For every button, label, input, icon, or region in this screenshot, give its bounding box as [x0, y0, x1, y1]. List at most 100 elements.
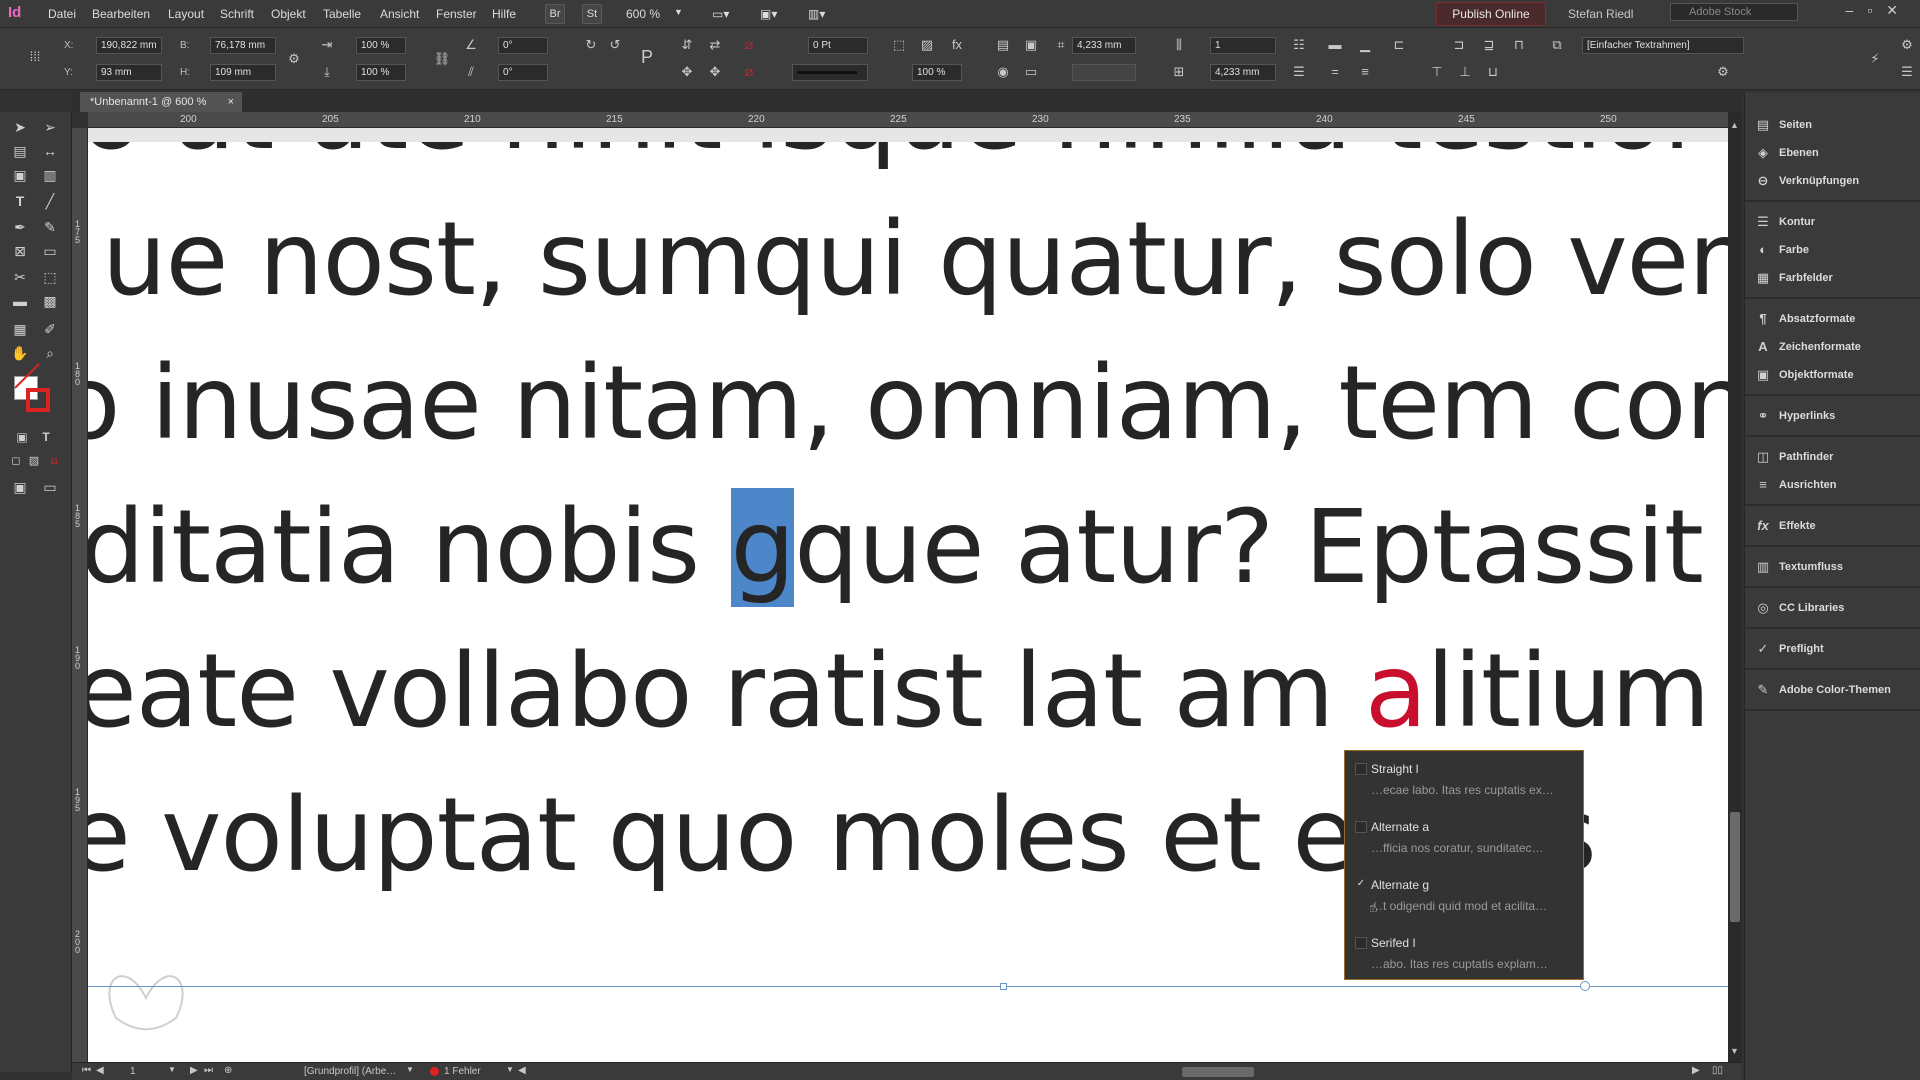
align-center-icon[interactable]: ▬	[1326, 36, 1344, 54]
effects-fx-icon[interactable]: fx	[948, 36, 966, 54]
last-page-icon[interactable]: ⏭	[204, 1065, 213, 1076]
height-field[interactable]: 109 mm	[210, 64, 276, 81]
prev-page-icon[interactable]: ◀	[96, 1065, 104, 1076]
wrap-shape-icon[interactable]: ◉	[994, 63, 1012, 81]
style-options-icon[interactable]: ⚙	[1714, 63, 1732, 81]
selection-tool-icon[interactable]: ➤	[8, 116, 32, 138]
panel-kontur[interactable]: ☰ Kontur	[1751, 209, 1915, 235]
errors-dropdown-icon[interactable]: ▼	[506, 1065, 514, 1074]
select-container-icon[interactable]: ✥	[678, 63, 696, 81]
x-position-field[interactable]: 190,822 mm	[96, 37, 162, 54]
menu-bearbeiten[interactable]: Bearbeiten	[92, 7, 150, 21]
rectangle-tool-icon[interactable]: ▭	[38, 240, 62, 262]
selected-glyph-g[interactable]: g	[730, 488, 795, 607]
scroll-left-icon[interactable]: ◀	[518, 1065, 526, 1076]
formatting-container-icon[interactable]: ▣	[10, 426, 34, 448]
inset-swatch[interactable]	[1072, 64, 1136, 81]
pencil-tool-icon[interactable]: ✎	[38, 216, 62, 238]
page-tool-icon[interactable]: ▤	[8, 140, 32, 162]
distribute-left-icon[interactable]: ⊏	[1390, 36, 1408, 54]
balance-columns-icon[interactable]: ≡	[1356, 63, 1374, 81]
type-tool-icon[interactable]: T	[8, 190, 32, 212]
document-tab[interactable]: *Unbenannt-1 @ 600 % ×	[80, 92, 242, 112]
glyph-option-checkbox[interactable]	[1355, 763, 1367, 775]
next-page-icon[interactable]: ▶	[190, 1065, 198, 1076]
align-objects-middle-icon[interactable]: ⊥	[1456, 63, 1474, 81]
arrange-documents-icon[interactable]: ▥▾	[808, 7, 825, 21]
bridge-button[interactable]: Br	[545, 4, 565, 24]
columns-field[interactable]: 1	[1210, 37, 1276, 54]
gap-tool-icon[interactable]: ↔	[38, 140, 62, 162]
menu-hilfe[interactable]: Hilfe	[492, 7, 516, 21]
quick-apply-icon[interactable]: ⚡	[1866, 50, 1884, 68]
stroke-type-select[interactable]	[792, 64, 868, 81]
scale-x-field[interactable]: 100 %	[356, 37, 406, 54]
text-line-4[interactable]: ditatia nobis gque atur? Eptassit	[88, 488, 1704, 607]
gradient-feather-tool-icon[interactable]: ▩	[38, 290, 62, 312]
error-count[interactable]: 1 Fehler	[444, 1066, 481, 1077]
rotate-cw-icon[interactable]: ↻	[582, 36, 600, 54]
text-direction-icon[interactable]: P	[638, 48, 656, 66]
link-scale-icon[interactable]: ⛓	[433, 50, 451, 68]
shear-field[interactable]: 0°	[498, 64, 548, 81]
glyph-option-straight-l[interactable]: Straight l …ecae labo. Itas res cuptatis…	[1345, 751, 1585, 807]
window-controls[interactable]: –▫✕	[1846, 2, 1912, 19]
scroll-right-icon[interactable]: ▶	[1692, 1065, 1700, 1076]
formatting-text-icon[interactable]: T	[34, 426, 58, 448]
y-position-field[interactable]: 93 mm	[96, 64, 162, 81]
panel-options-icon[interactable]: ⚙	[1898, 36, 1916, 54]
fill-none-icon[interactable]: ⧄	[740, 36, 758, 54]
drop-shadow-icon[interactable]: ▨	[918, 36, 936, 54]
align-objects-top-icon[interactable]: ⊤	[1428, 63, 1446, 81]
panel-ausrichten[interactable]: ≡ Ausrichten	[1751, 472, 1915, 498]
split-layout-icon[interactable]: ▯▯	[1712, 1065, 1723, 1076]
distribute-center-icon[interactable]: ⊐	[1450, 36, 1468, 54]
constrain-proportions-icon[interactable]: ⚙	[285, 50, 303, 68]
select-content-icon[interactable]: ✥	[706, 63, 724, 81]
panel-preflight[interactable]: ✓ Preflight	[1751, 636, 1915, 662]
hand-tool-icon[interactable]: ✋	[8, 342, 32, 364]
frame-out-port[interactable]	[1580, 981, 1590, 991]
width-field[interactable]: 76,178 mm	[210, 37, 276, 54]
profile-dropdown-icon[interactable]: ▼	[406, 1065, 414, 1074]
wrap-bounding-icon[interactable]: ▣	[1022, 36, 1040, 54]
distribute-right-icon[interactable]: ⊒	[1480, 36, 1498, 54]
panel-farbfelder[interactable]: ▦ Farbfelder	[1751, 265, 1915, 291]
publish-online-button[interactable]: Publish Online	[1436, 2, 1546, 26]
menu-ansicht[interactable]: Ansicht	[380, 7, 419, 21]
frame-handle[interactable]	[1000, 983, 1007, 990]
panel-textumfluss[interactable]: ▥ Textumfluss	[1751, 554, 1915, 580]
rotate-field[interactable]: 0°	[498, 37, 548, 54]
glyph-option-alternate-a[interactable]: Alternate a …fficia nos coratur, sundita…	[1345, 809, 1585, 865]
wrap-jump-icon[interactable]: ▭	[1022, 63, 1040, 81]
content-placer-icon[interactable]: ▥	[38, 164, 62, 186]
scissors-tool-icon[interactable]: ✂	[8, 266, 32, 288]
auto-fit-icon[interactable]: =	[1326, 63, 1344, 81]
panel-seiten[interactable]: ▤ Seiten	[1751, 112, 1915, 138]
wrap-none-icon[interactable]: ▤	[994, 36, 1012, 54]
opacity-field[interactable]: 100 %	[912, 64, 962, 81]
stroke-none-icon[interactable]: ⧄	[740, 63, 758, 81]
stock-search-input[interactable]: Adobe Stock	[1670, 3, 1798, 21]
glyph-option-serifed-i[interactable]: Serifed I …abo. Itas res cuptatis explam…	[1345, 925, 1585, 981]
panel-verknuepfungen[interactable]: ⊖ Verknüpfungen	[1751, 168, 1915, 194]
scale-y-field[interactable]: 100 %	[356, 64, 406, 81]
horizontal-scroll-thumb[interactable]	[1182, 1067, 1254, 1077]
eyedropper-tool-icon[interactable]: ✐	[38, 318, 62, 340]
align-objects-bottom-icon[interactable]: ⊔	[1484, 63, 1502, 81]
menu-fenster[interactable]: Fenster	[436, 7, 477, 21]
free-transform-tool-icon[interactable]: ⬚	[38, 266, 62, 288]
text-line-1[interactable]: o at ute nihit isque nihilla testior	[88, 142, 1705, 173]
note-tool-icon[interactable]: ▦	[8, 318, 32, 340]
menu-schrift[interactable]: Schrift	[220, 7, 254, 21]
vertical-scroll-thumb[interactable]	[1730, 812, 1740, 922]
text-frame-options-icon[interactable]: ⬚	[890, 36, 908, 54]
user-name[interactable]: Stefan Riedl	[1568, 7, 1633, 21]
justify-icon[interactable]: ☰	[1290, 63, 1308, 81]
menu-objekt[interactable]: Objekt	[271, 7, 306, 21]
page-dropdown-icon[interactable]: ▼	[168, 1065, 176, 1074]
gradient-swatch-tool-icon[interactable]: ▬	[8, 290, 32, 312]
preview-mode-icon[interactable]: ▭	[38, 476, 62, 498]
view-options-icon[interactable]: ▭▾	[712, 7, 729, 21]
content-collector-icon[interactable]: ▣	[8, 164, 32, 186]
